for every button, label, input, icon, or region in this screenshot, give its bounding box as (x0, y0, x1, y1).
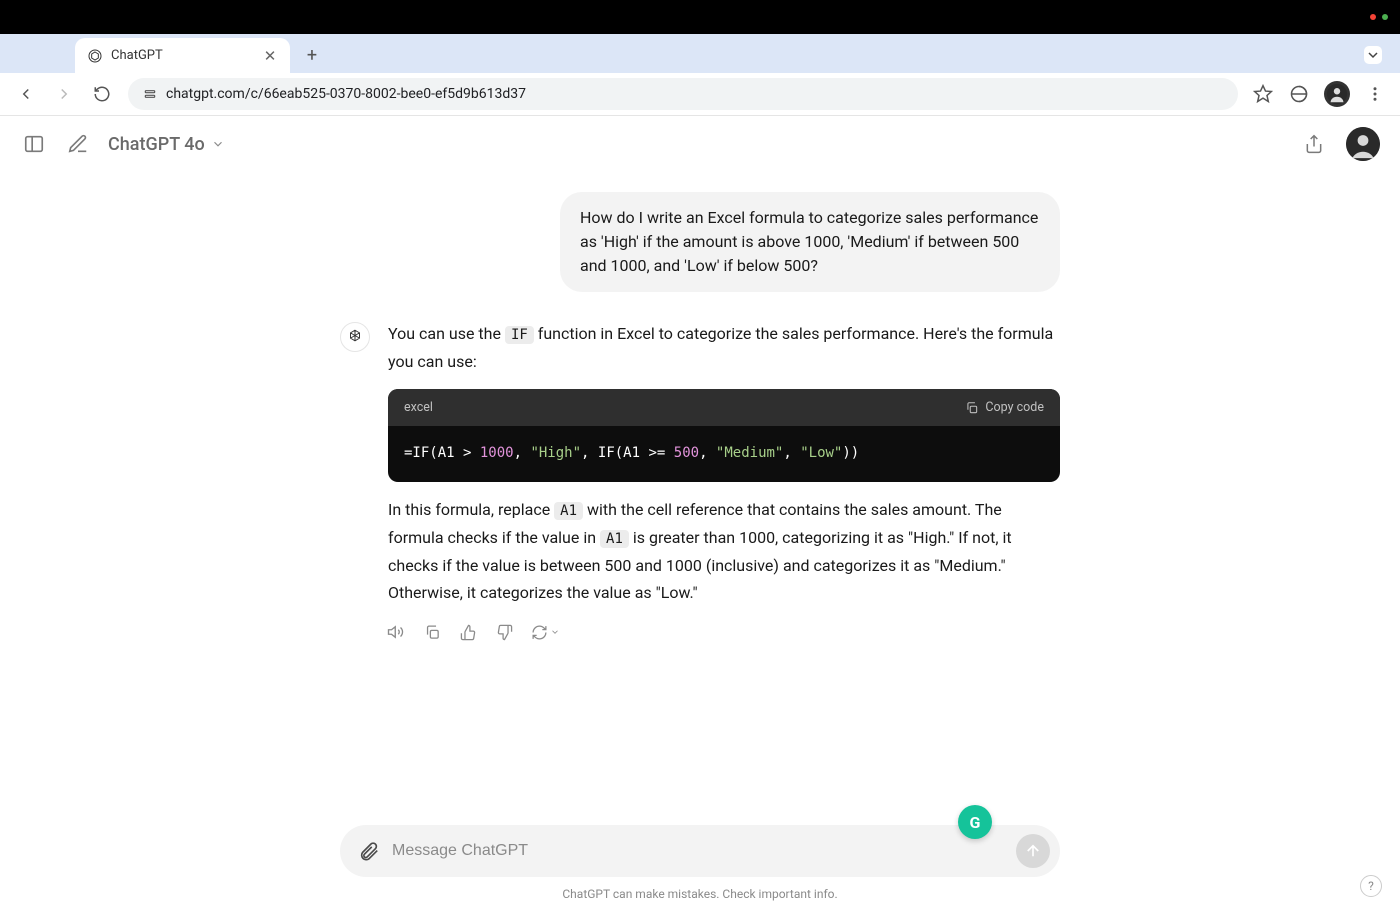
url-text: chatgpt.com/c/66eab525-0370-8002-bee0-ef… (166, 86, 526, 102)
copy-icon (965, 401, 979, 415)
browser-toolbar: chatgpt.com/c/66eab525-0370-8002-bee0-ef… (0, 73, 1400, 116)
thumbs-down-button[interactable] (494, 622, 514, 642)
send-button[interactable] (1016, 834, 1050, 868)
browser-tab[interactable]: ChatGPT ✕ (75, 38, 290, 73)
bookmark-star-button[interactable] (1252, 83, 1274, 105)
user-avatar-button[interactable] (1346, 127, 1380, 161)
tab-close-button[interactable]: ✕ (262, 48, 278, 64)
attach-file-button[interactable] (356, 838, 382, 864)
address-bar[interactable]: chatgpt.com/c/66eab525-0370-8002-bee0-ef… (128, 78, 1238, 110)
grammarly-badge-icon[interactable]: G (958, 805, 992, 839)
message-input[interactable] (382, 842, 1016, 860)
message-actions (386, 622, 1060, 642)
assistant-avatar-icon (340, 322, 370, 352)
main-content: How do I write an Excel formula to categ… (0, 172, 1400, 642)
browser-tab-bar: ChatGPT ✕ + (0, 34, 1400, 73)
profile-avatar-button[interactable] (1324, 81, 1350, 107)
assistant-paragraph: In this formula, replace A1 with the cel… (388, 496, 1060, 606)
assistant-message: You can use the IF function in Excel to … (340, 320, 1060, 642)
chatgpt-favicon-icon (87, 48, 103, 64)
help-button[interactable]: ? (1360, 875, 1382, 897)
user-message: How do I write an Excel formula to categ… (340, 192, 1060, 292)
disclaimer-text: ChatGPT can make mistakes. Check importa… (562, 887, 837, 901)
forward-button[interactable] (52, 82, 76, 106)
read-aloud-button[interactable] (386, 622, 406, 642)
model-label: ChatGPT 4o (108, 134, 205, 155)
app-header: ChatGPT 4o (0, 116, 1400, 172)
input-area: G ChatGPT can make mistakes. Check impor… (0, 825, 1400, 911)
share-button[interactable] (1300, 130, 1328, 158)
thumbs-up-button[interactable] (458, 622, 478, 642)
tab-title: ChatGPT (111, 48, 254, 63)
inline-code: A1 (554, 502, 583, 520)
status-dot (1382, 14, 1388, 20)
back-button[interactable] (14, 82, 38, 106)
site-info-icon[interactable] (142, 86, 158, 102)
regenerate-button[interactable] (530, 622, 560, 642)
tabs-dropdown-button[interactable] (1364, 46, 1382, 64)
assistant-paragraph: You can use the IF function in Excel to … (388, 320, 1060, 375)
copy-message-button[interactable] (422, 622, 442, 642)
new-tab-button[interactable]: + (298, 41, 326, 69)
extension-icon[interactable] (1288, 83, 1310, 105)
model-selector[interactable]: ChatGPT 4o (108, 134, 225, 155)
chevron-down-icon (211, 137, 225, 151)
inline-code: IF (505, 326, 534, 344)
code-content: =IF(A1 > 1000, "High", IF(A1 >= 500, "Me… (388, 426, 1060, 482)
copy-code-button[interactable]: Copy code (965, 397, 1044, 418)
message-input-container: G (340, 825, 1060, 877)
code-block: excel Copy code =IF(A1 > 1000, "High", I… (388, 389, 1060, 482)
sidebar-toggle-button[interactable] (20, 130, 48, 158)
new-chat-button[interactable] (64, 130, 92, 158)
status-dot (1370, 14, 1376, 20)
code-language-label: excel (404, 397, 433, 418)
reload-button[interactable] (90, 82, 114, 106)
inline-code: A1 (600, 530, 629, 548)
user-message-bubble: How do I write an Excel formula to categ… (560, 192, 1060, 292)
browser-menu-button[interactable] (1364, 83, 1386, 105)
os-menubar (0, 0, 1400, 34)
